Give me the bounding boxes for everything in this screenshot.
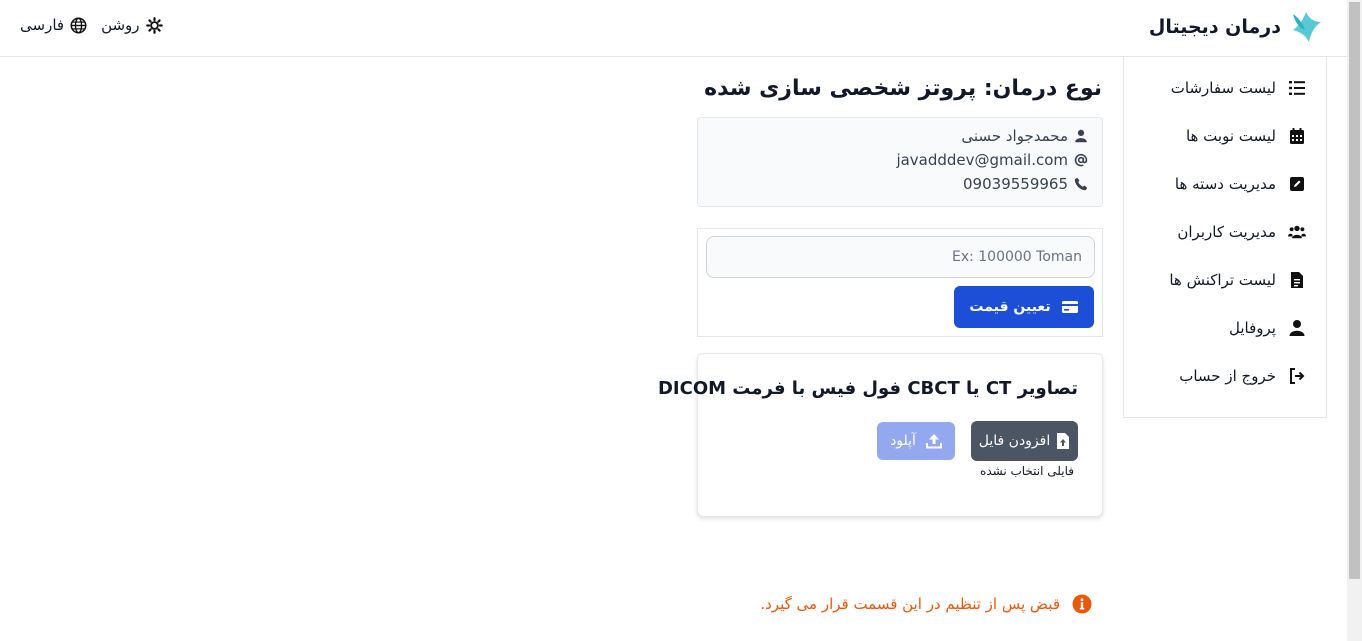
theme-label: روشن — [101, 16, 140, 34]
sidebar-item-label: لیست تراکنش ها — [1169, 271, 1276, 289]
list-icon — [1289, 81, 1305, 95]
set-price-label: تعیین قیمت — [969, 299, 1051, 315]
page-title: نوع درمان: پروتز شخصی سازی شده — [704, 76, 1102, 101]
user-icon — [1075, 129, 1087, 143]
edit-icon — [1290, 177, 1304, 191]
patient-name: محمدجواد حسنی — [961, 127, 1068, 145]
sidebar-item-label: خروج از حساب — [1179, 367, 1276, 385]
sidebar-item-users[interactable]: مدیریت کاربران — [1177, 223, 1306, 241]
sidebar-item-appointments[interactable]: لیست نوبت ها — [1186, 127, 1306, 145]
language-switch[interactable]: فارسی — [20, 16, 87, 34]
patient-name-row: محمدجواد حسنی — [961, 127, 1088, 145]
page-scrollbar[interactable] — [1347, 0, 1362, 641]
patient-info-card: محمدجواد حسنی javadddev@gmail.com 090395… — [697, 117, 1103, 207]
brand-name: درمان دیجیتال — [1148, 16, 1281, 38]
upload-label: آپلود — [890, 433, 916, 449]
upload-button[interactable]: آپلود — [877, 422, 955, 460]
no-file-text: فایلی انتخاب نشده — [980, 464, 1074, 478]
upload-title: تصاویر CT یا CBCT فول فیس با فرمت DICOM — [657, 378, 1078, 399]
receipt-notice: قبض پس از تنظیم در این قسمت قرار می گیرد… — [760, 594, 1092, 614]
patient-phone-row: 09039559965 — [963, 175, 1088, 193]
sidebar-item-orders[interactable]: لیست سفارشات — [1171, 79, 1306, 97]
patient-email: javadddev@gmail.com — [896, 151, 1068, 169]
sidebar-item-logout[interactable]: خروج از حساب — [1179, 367, 1306, 385]
sidebar: لیست سفارشات لیست نوبت ها مدیریت دسته ها… — [1123, 57, 1327, 418]
user-icon — [1289, 320, 1305, 336]
document-icon — [1291, 272, 1303, 288]
price-input[interactable] — [706, 236, 1095, 278]
add-file-label: افزودن فایل — [978, 433, 1051, 449]
price-form: تعیین قیمت — [697, 228, 1103, 337]
sidebar-item-label: پروفایل — [1229, 319, 1276, 337]
notice-text: قبض پس از تنظیم در این قسمت قرار می گیرد… — [760, 595, 1060, 613]
language-label: فارسی — [20, 16, 65, 34]
calendar-icon — [1290, 128, 1304, 144]
set-price-button[interactable]: تعیین قیمت — [954, 286, 1094, 328]
sidebar-item-label: مدیریت دسته ها — [1174, 175, 1276, 193]
top-header: درمان دیجیتال فارسی روشن — [0, 0, 1347, 57]
sidebar-item-label: لیست نوبت ها — [1185, 127, 1276, 145]
users-icon — [1288, 225, 1306, 239]
credit-card-icon — [1061, 301, 1078, 313]
brand[interactable]: درمان دیجیتال — [1149, 8, 1323, 46]
sidebar-item-label: مدیریت کاربران — [1177, 223, 1276, 241]
logout-icon — [1290, 368, 1305, 384]
globe-icon — [70, 17, 87, 33]
sidebar-item-transactions[interactable]: لیست تراکنش ها — [1169, 271, 1306, 289]
theme-switch[interactable]: روشن — [101, 16, 163, 34]
header-controls: فارسی روشن — [20, 16, 163, 34]
add-file-button[interactable]: افزودن فایل — [971, 421, 1078, 461]
sidebar-item-profile[interactable]: پروفایل — [1229, 319, 1306, 337]
scrollbar-thumb[interactable] — [1349, 2, 1360, 579]
patient-email-row: javadddev@gmail.com — [896, 151, 1088, 169]
file-upload-icon — [1057, 433, 1070, 449]
dicom-upload-card: تصاویر CT یا CBCT فول فیس با فرمت DICOM … — [658, 353, 1103, 517]
upload-icon — [925, 434, 942, 449]
sidebar-item-categories[interactable]: مدیریت دسته ها — [1175, 175, 1306, 193]
phone-icon — [1074, 177, 1088, 191]
at-icon — [1074, 153, 1088, 167]
brand-logo-icon — [1293, 12, 1321, 42]
patient-phone: 09039559965 — [963, 175, 1068, 193]
sun-icon — [145, 16, 163, 34]
info-icon — [1072, 594, 1092, 614]
sidebar-item-label: لیست سفارشات — [1170, 79, 1276, 97]
